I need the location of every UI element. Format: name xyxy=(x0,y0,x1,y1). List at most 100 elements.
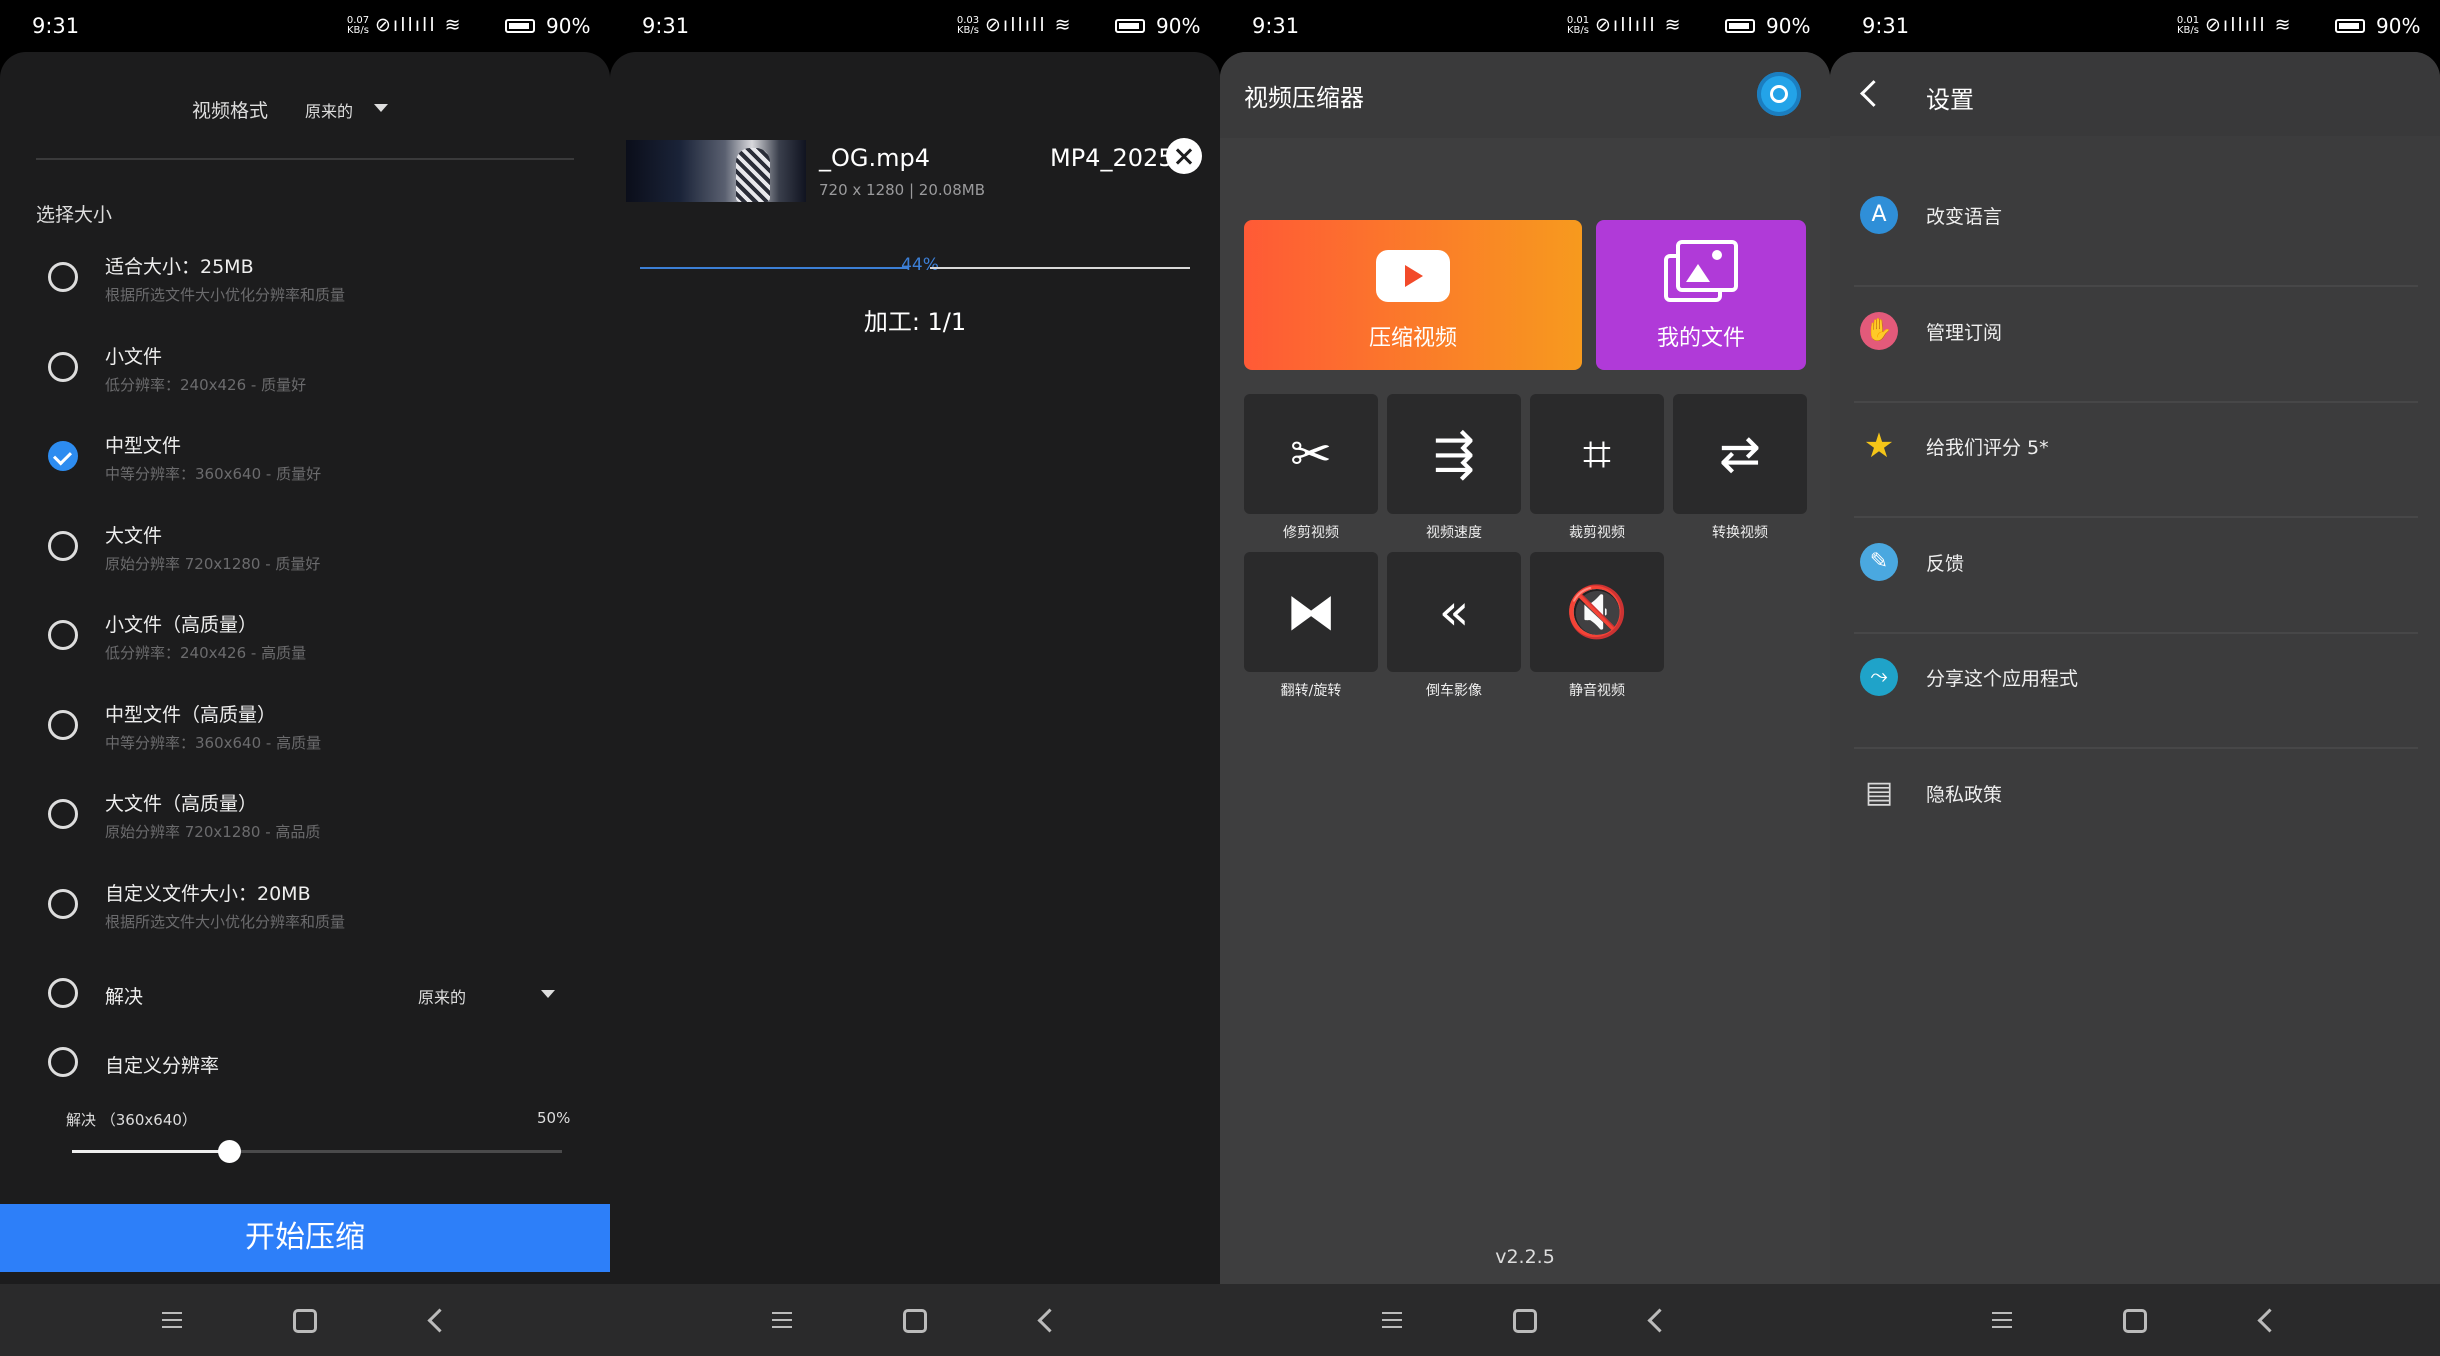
menu-icon[interactable] xyxy=(1982,1302,2022,1338)
settings-item[interactable]: A 改变语言 xyxy=(1830,172,2440,287)
option-title: 大文件（高质量） xyxy=(105,793,258,815)
resolution-option[interactable]: 解决 原来的 xyxy=(0,976,610,1036)
tool-button[interactable]: ⧓ xyxy=(1244,552,1378,672)
radio-button[interactable] xyxy=(48,978,78,1008)
caret-down-icon[interactable] xyxy=(374,104,388,112)
battery-percent: 90% xyxy=(546,14,591,38)
network-speed: 0.01 KB/s xyxy=(2176,15,2200,36)
option-subtitle: 原始分辨率 720x1280 - 高品质 xyxy=(105,823,321,841)
convert-icon: ⇄ xyxy=(1719,425,1761,483)
radio-button[interactable] xyxy=(48,441,78,471)
home-icon[interactable] xyxy=(895,1302,935,1338)
screen-settings: 9:31 0.01 KB/s ⊘ıllıll ≋ 90% 设置 A 改变语言 ✋ 管理订… xyxy=(1830,0,2440,1356)
settings-item[interactable]: ★ 给我们评分 5* xyxy=(1830,403,2440,518)
compress-video-label: 压缩视频 xyxy=(1368,326,1457,351)
radio-button[interactable] xyxy=(48,262,78,292)
battery-icon xyxy=(505,19,535,33)
tool-button[interactable]: ⇶ xyxy=(1387,394,1521,514)
screen-home: 9:31 0.01 KB/s ⊘ıllıll ≋ 90% 视频压缩器 压缩视频 我… xyxy=(1220,0,1830,1356)
app-version: v2.2.5 xyxy=(1495,1246,1555,1268)
page-title: 设置 xyxy=(1926,86,1974,114)
size-option[interactable]: 中型文件 中等分辨率：360x640 - 质量好 xyxy=(0,427,610,511)
status-bar: 9:31 0.01 KB/s ⊘ıllıll ≋ 90% xyxy=(1830,0,2440,52)
video-format-dropdown[interactable]: 原来的 xyxy=(305,98,353,122)
tool-button[interactable]: 🔇 xyxy=(1530,552,1664,672)
radio-button[interactable] xyxy=(48,709,78,740)
close-icon[interactable] xyxy=(1166,138,1202,174)
settings-item[interactable]: ✎ 反馈 xyxy=(1830,519,2440,634)
option-title: 中型文件（高质量） xyxy=(105,703,277,726)
signal-wifi-icons: ⊘ıllıll ≋ xyxy=(2205,14,2293,36)
settings-item[interactable]: ▤ 隐私政策 xyxy=(1830,750,2440,865)
size-option[interactable]: 小文件 低分辨率：240x426 - 质量好 xyxy=(0,338,610,422)
processing-count: 加工: 1/1 xyxy=(863,308,967,336)
divider xyxy=(36,158,574,160)
back-icon[interactable] xyxy=(2248,1302,2288,1338)
resolution-label: 解决 xyxy=(105,986,144,1008)
battery-icon xyxy=(1725,19,1755,33)
status-time: 9:31 xyxy=(32,14,80,38)
start-compress-button[interactable]: 开始压缩 xyxy=(0,1204,610,1272)
nav-bar xyxy=(1830,1284,2440,1356)
caret-down-icon[interactable] xyxy=(541,990,555,998)
gallery-icon xyxy=(1664,240,1738,306)
settings-item-label: 反馈 xyxy=(1926,552,1965,575)
size-option[interactable]: 适合大小：25MB 根据所选文件大小优化分辨率和质量 xyxy=(0,248,610,332)
settings-item[interactable]: ✋ 管理订阅 xyxy=(1830,288,2440,403)
home-icon[interactable] xyxy=(1505,1302,1545,1338)
mute-icon: 🔇 xyxy=(1565,583,1629,641)
radio-button[interactable] xyxy=(48,530,78,561)
signal-wifi-icons: ⊘ıllıll ≋ xyxy=(985,14,1073,36)
radio-button[interactable] xyxy=(48,351,78,382)
custom-resolution-option[interactable]: 自定义分辨率 xyxy=(0,1045,610,1105)
feedback-icon: ✎ xyxy=(1860,542,1898,581)
size-option[interactable]: 小文件（高质量） 低分辨率：240x426 - 高质量 xyxy=(0,606,610,690)
home-icon[interactable] xyxy=(285,1302,325,1338)
size-option[interactable]: 大文件 原始分辨率 720x1280 - 质量好 xyxy=(0,517,610,601)
tool-label: 静音视频 xyxy=(1569,683,1625,699)
settings-item-label: 管理订阅 xyxy=(1926,321,2003,344)
my-files-button[interactable]: 我的文件 xyxy=(1596,220,1806,370)
radio-button[interactable] xyxy=(48,799,78,829)
menu-icon[interactable] xyxy=(762,1302,802,1338)
slider-thumb[interactable] xyxy=(217,1140,241,1163)
option-subtitle: 中等分辨率：360x640 - 质量好 xyxy=(105,465,322,483)
file-name: _OG.mp4 xyxy=(819,144,930,172)
tool-label: 倒车影像 xyxy=(1426,683,1482,699)
resolution-slider[interactable] xyxy=(72,1140,562,1163)
nav-bar xyxy=(610,1284,1220,1356)
video-thumbnail xyxy=(626,140,806,202)
language-icon: A xyxy=(1860,196,1898,234)
radio-button[interactable] xyxy=(48,620,78,650)
tool-button[interactable]: ⇄ xyxy=(1673,394,1807,514)
back-arrow-icon[interactable] xyxy=(1860,80,1887,107)
progress-bar-remaining xyxy=(930,267,1190,269)
back-icon[interactable] xyxy=(1638,1302,1678,1338)
back-icon[interactable] xyxy=(418,1302,458,1338)
resolution-dropdown[interactable]: 原来的 xyxy=(418,984,466,1008)
tool-label: 修剪视频 xyxy=(1283,525,1339,541)
slider-label: 解决 （360x640） xyxy=(66,1111,197,1129)
settings-panel: 设置 A 改变语言 ✋ 管理订阅 ★ 给我们评分 5* ✎ 反馈 ⤳ 分享这个应用程式 ▤ 隐私政策 xyxy=(1830,52,2440,1284)
settings-item[interactable]: ⤳ 分享这个应用程式 xyxy=(1830,634,2440,749)
size-option[interactable]: 大文件（高质量） 原始分辨率 720x1280 - 高品质 xyxy=(0,785,610,869)
option-subtitle: 低分辨率：240x426 - 质量好 xyxy=(105,375,307,394)
tool-button[interactable]: ✂ xyxy=(1244,394,1378,514)
radio-button[interactable] xyxy=(48,888,78,919)
progress-bar-filled xyxy=(640,267,908,269)
section-title: 选择大小 xyxy=(36,204,113,226)
compress-video-button[interactable]: 压缩视频 xyxy=(1244,220,1582,370)
back-icon[interactable] xyxy=(1028,1302,1068,1338)
custom-resolution-label: 自定义分辨率 xyxy=(105,1055,220,1077)
privacy-icon: ▤ xyxy=(1860,773,1898,812)
home-icon[interactable] xyxy=(2115,1302,2155,1338)
network-speed: 0.03 KB/s xyxy=(956,15,980,36)
tool-button[interactable]: ⌗ xyxy=(1530,394,1664,514)
settings-icon[interactable] xyxy=(1757,72,1801,116)
size-option[interactable]: 中型文件（高质量） 中等分辨率：360x640 - 高质量 xyxy=(0,696,610,780)
radio-button[interactable] xyxy=(48,1047,78,1077)
tool-button[interactable]: « xyxy=(1387,552,1521,672)
size-option[interactable]: 自定义文件大小：20MB 根据所选文件大小优化分辨率和质量 xyxy=(0,875,610,959)
menu-icon[interactable] xyxy=(1372,1302,1412,1338)
menu-icon[interactable] xyxy=(152,1302,192,1338)
